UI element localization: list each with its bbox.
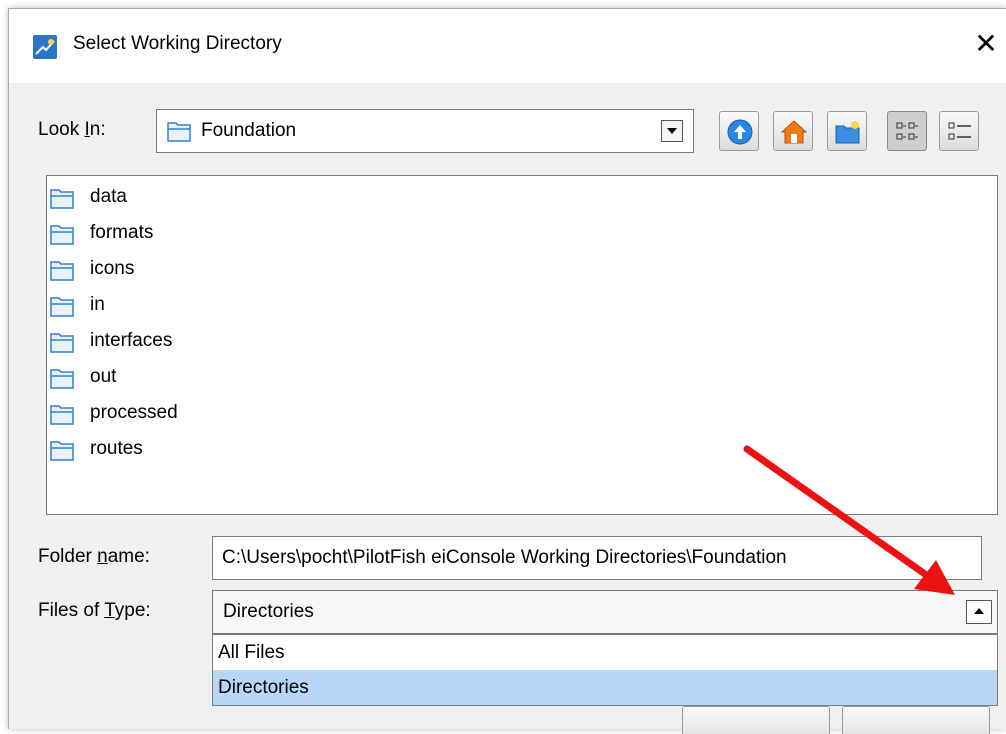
close-icon: ✕ xyxy=(974,28,998,59)
folder-icon xyxy=(50,261,74,281)
folder-name-field[interactable]: C:\Users\pocht\PilotFish eiConsole Worki… xyxy=(212,536,982,580)
dropdown-option-directories[interactable]: Directories xyxy=(213,670,997,705)
new-folder-icon xyxy=(835,121,860,144)
look-in-combo[interactable]: Foundation xyxy=(156,109,694,153)
folder-icon xyxy=(50,225,74,245)
list-item-label: formats xyxy=(90,222,154,243)
folder-icon xyxy=(50,441,74,461)
select-working-directory-dialog: Select Working Directory ✕ Look In: Foun… xyxy=(8,8,1006,734)
files-of-type-combo[interactable]: Directories xyxy=(212,590,998,634)
new-folder-button[interactable] xyxy=(827,111,867,151)
close-button[interactable]: ✕ xyxy=(969,27,1003,61)
look-in-label: Look In: xyxy=(38,119,106,140)
file-list[interactable]: data formats icons in interfaces out pro… xyxy=(46,175,998,515)
files-of-type-value: Directories xyxy=(223,601,314,622)
look-in-dropdown-button[interactable] xyxy=(661,120,683,142)
folder-icon xyxy=(167,122,191,142)
cancel-button[interactable] xyxy=(842,706,990,734)
up-one-level-button[interactable] xyxy=(719,111,759,151)
files-of-type-dropdown-button[interactable] xyxy=(966,600,992,624)
details-view-icon xyxy=(948,122,971,140)
folder-icon xyxy=(50,189,74,209)
app-icon xyxy=(33,35,57,59)
title-bar: Select Working Directory ✕ xyxy=(9,9,1006,83)
list-item-label: out xyxy=(90,366,117,387)
folder-name-label: Folder name: xyxy=(38,546,150,567)
list-item-label: routes xyxy=(90,438,143,459)
files-of-type-dropdown-list[interactable]: All Files Directories xyxy=(212,634,998,706)
dropdown-option-all-files[interactable]: All Files xyxy=(213,635,997,670)
list-item-label: interfaces xyxy=(90,330,173,351)
list-view-icon xyxy=(896,122,918,140)
home-icon xyxy=(781,120,807,144)
details-view-button[interactable] xyxy=(939,111,979,151)
folder-name-value: C:\Users\pocht\PilotFish eiConsole Worki… xyxy=(222,547,787,568)
files-of-type-label: Files of Type: xyxy=(38,600,151,621)
open-button[interactable] xyxy=(682,706,830,734)
list-view-button[interactable] xyxy=(887,111,927,151)
look-in-value: Foundation xyxy=(201,120,297,141)
folder-icon xyxy=(50,333,74,353)
folder-icon xyxy=(50,297,74,317)
list-item-label: processed xyxy=(90,402,178,423)
list-item-label: icons xyxy=(90,258,135,279)
folder-icon xyxy=(50,369,74,389)
list-item-label: in xyxy=(90,294,105,315)
home-button[interactable] xyxy=(773,111,813,151)
up-one-level-icon xyxy=(727,119,753,145)
dialog-title: Select Working Directory xyxy=(73,33,282,54)
folder-icon xyxy=(50,405,74,425)
list-item-label: data xyxy=(90,186,127,207)
